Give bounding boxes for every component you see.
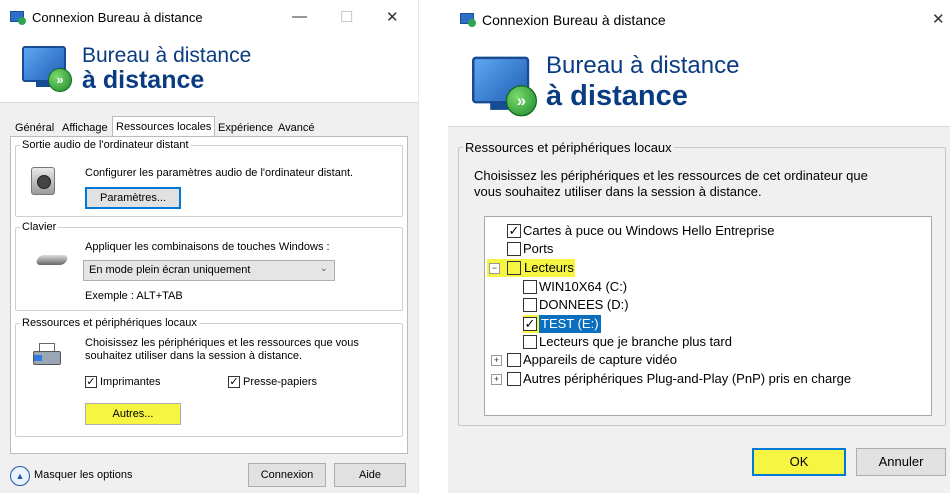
printer-icon bbox=[33, 343, 61, 365]
clipboard-checkbox[interactable]: ✓ bbox=[228, 376, 240, 388]
tree-label: Autres périphériques Plug-and-Play (PnP)… bbox=[523, 371, 852, 386]
right-window-title: Connexion Bureau à distance bbox=[482, 12, 666, 28]
audio-settings-button[interactable]: Paramètres... bbox=[85, 187, 181, 209]
expand-icon[interactable]: + bbox=[491, 374, 502, 385]
chevron-down-icon: ⌄ bbox=[319, 263, 328, 274]
tree-item-drives[interactable]: − Lecteurs bbox=[487, 259, 575, 277]
keyboard-description: Appliquer les combinaisons de touches Wi… bbox=[85, 241, 330, 253]
hide-options-icon[interactable]: ▲ bbox=[10, 466, 30, 486]
tree-checkbox[interactable] bbox=[507, 353, 521, 367]
tree-checkbox[interactable]: ✓ bbox=[523, 317, 537, 331]
tab-experience[interactable]: Expérience bbox=[215, 119, 276, 137]
remote-desktop-logo-icon: » bbox=[22, 44, 74, 96]
right-rdp-window: Connexion Bureau à distance ✕ » Bureau à… bbox=[448, 0, 950, 493]
audio-group-legend: Sortie audio de l'ordinateur distant bbox=[22, 139, 189, 151]
speaker-icon bbox=[31, 167, 55, 195]
tree-label: Lecteurs bbox=[524, 260, 574, 275]
remote-desktop-logo-icon-right: » bbox=[472, 54, 540, 122]
resources-group: Ressources et périphériques locaux bbox=[15, 317, 403, 437]
resources-group-legend: Ressources et périphériques locaux bbox=[22, 317, 197, 329]
hide-options-label[interactable]: Masquer les options bbox=[34, 469, 132, 481]
maximize-button[interactable]: ☐ bbox=[340, 8, 353, 26]
right-description-line2: vous souhaitez utiliser dans la session … bbox=[474, 184, 762, 199]
keyboard-example: Exemple : ALT+TAB bbox=[85, 290, 183, 302]
tree-label: TEST (E:) bbox=[539, 315, 601, 333]
connect-button[interactable]: Connexion bbox=[248, 463, 326, 487]
help-button[interactable]: Aide bbox=[334, 463, 406, 487]
right-description-line1: Choisissez les périphériques et les ress… bbox=[474, 168, 868, 183]
audio-description: Configurer les paramètres audio de l'ord… bbox=[85, 167, 354, 179]
tree-checkbox[interactable] bbox=[523, 298, 537, 312]
tree-label: Appareils de capture vidéo bbox=[523, 352, 677, 367]
resources-tree: ✓ Cartes à puce ou Windows Hello Entrepr… bbox=[484, 216, 932, 416]
keyboard-group-legend: Clavier bbox=[22, 221, 57, 233]
close-button-right[interactable]: ✕ bbox=[932, 10, 945, 28]
keyboard-icon bbox=[35, 255, 69, 265]
windows-keys-select[interactable]: En mode plein écran uniquement ⌄ bbox=[83, 260, 335, 281]
right-title-bar: Connexion Bureau à distance ✕ bbox=[448, 0, 950, 40]
right-banner-line2: à distance bbox=[546, 80, 688, 112]
printers-label: Imprimantes bbox=[100, 376, 161, 388]
window-separator bbox=[418, 0, 419, 493]
tree-checkbox[interactable] bbox=[523, 335, 537, 349]
windows-keys-select-value: En mode plein écran uniquement bbox=[89, 264, 251, 276]
collapse-icon[interactable]: − bbox=[489, 263, 500, 274]
printers-checkbox[interactable]: ✓ bbox=[85, 376, 97, 388]
right-resources-legend: Ressources et périphériques locaux bbox=[465, 140, 672, 155]
left-rdp-window: Connexion Bureau à distance — ☐ ✕ » Bure… bbox=[0, 0, 418, 493]
tree-label: Cartes à puce ou Windows Hello Entrepris… bbox=[523, 223, 775, 238]
tree-checkbox[interactable]: ✓ bbox=[507, 224, 521, 238]
resources-description-line1: Choisissez les périphériques et les ress… bbox=[85, 337, 359, 349]
resources-description-line2: souhaitez utiliser dans la session à dis… bbox=[85, 350, 303, 362]
tree-label: Ports bbox=[523, 241, 554, 256]
rdp-app-icon bbox=[10, 11, 26, 25]
tab-affichage[interactable]: Affichage bbox=[59, 119, 111, 137]
ok-button[interactable]: OK bbox=[752, 448, 846, 476]
banner-line1: Bureau à distance bbox=[82, 44, 252, 67]
cancel-button[interactable]: Annuler bbox=[856, 448, 946, 476]
tree-checkbox[interactable] bbox=[507, 261, 521, 275]
tree-label: Lecteurs que je branche plus tard bbox=[539, 334, 732, 349]
tab-ressources-locales[interactable]: Ressources locales bbox=[112, 116, 216, 137]
expand-icon[interactable]: + bbox=[491, 355, 502, 366]
left-window-title: Connexion Bureau à distance bbox=[32, 10, 203, 25]
close-button[interactable]: ✕ bbox=[386, 8, 399, 26]
tab-panel: Sortie audio de l'ordinateur distant Con… bbox=[10, 136, 408, 454]
rdp-app-icon-right bbox=[460, 13, 476, 27]
tree-checkbox[interactable] bbox=[523, 280, 537, 294]
tab-general[interactable]: Général bbox=[12, 119, 57, 137]
left-title-bar: Connexion Bureau à distance — ☐ ✕ bbox=[0, 0, 418, 36]
tab-avance[interactable]: Avancé bbox=[275, 119, 318, 137]
right-banner: » Bureau à distance à distance bbox=[448, 40, 950, 127]
tree-item-drive-e[interactable]: ✓ TEST (E:) bbox=[523, 315, 601, 333]
tree-label: DONNEES (D:) bbox=[539, 297, 629, 312]
tree-checkbox[interactable] bbox=[507, 242, 521, 256]
more-resources-button[interactable]: Autres... bbox=[85, 403, 181, 425]
banner-line2: à distance bbox=[82, 66, 205, 94]
tree-label: WIN10X64 (C:) bbox=[539, 279, 628, 294]
minimize-button[interactable]: — bbox=[292, 8, 307, 25]
clipboard-label: Presse-papiers bbox=[243, 376, 317, 388]
right-banner-line1: Bureau à distance bbox=[546, 52, 740, 79]
left-banner: » Bureau à distance à distance bbox=[0, 36, 418, 103]
tree-checkbox[interactable] bbox=[507, 372, 521, 386]
